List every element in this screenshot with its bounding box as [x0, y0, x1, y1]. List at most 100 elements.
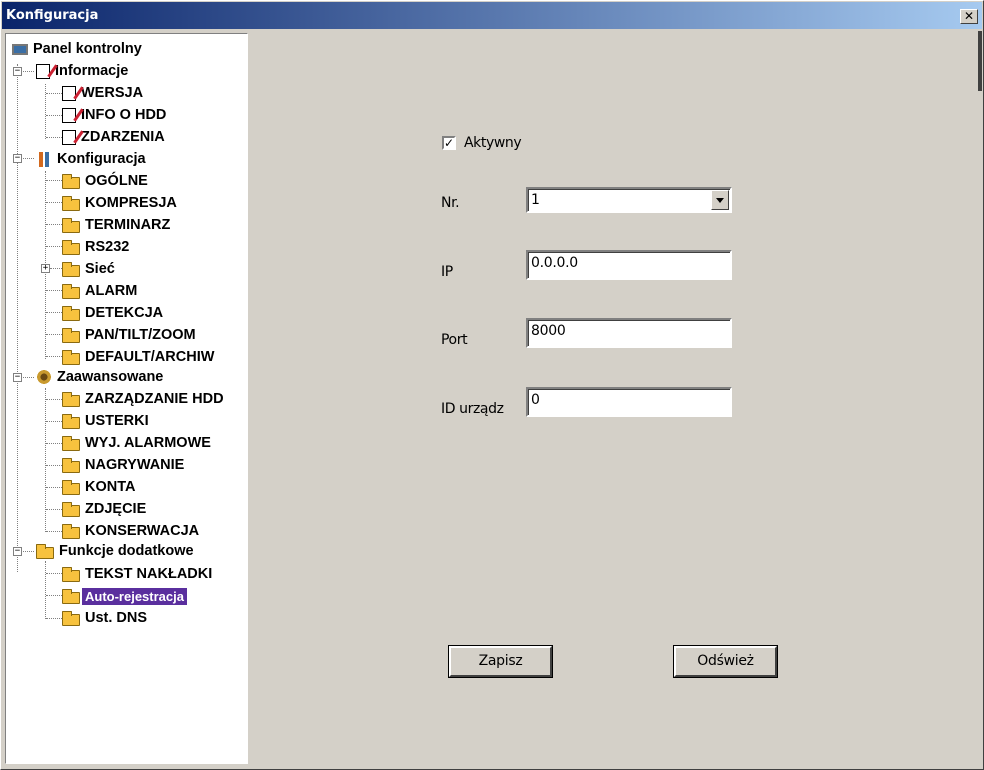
tree-label: Funkcje dodatkowe	[59, 543, 194, 559]
tree-item-usterki[interactable]: USTERKI	[62, 411, 152, 431]
nr-label: Nr.	[441, 195, 460, 211]
tree-label: ZARZĄDZANIE HDD	[85, 391, 224, 407]
tree-item-ptz[interactable]: PAN/TILT/ZOOM	[62, 325, 199, 345]
tree-item-default-archiw[interactable]: DEFAULT/ARCHIW	[62, 347, 217, 367]
tree-item-terminarz[interactable]: TERMINARZ	[62, 215, 173, 235]
tree-item-siec[interactable]: Sieć	[62, 259, 118, 279]
refresh-button[interactable]: Odśwież	[674, 646, 777, 677]
tree-label: Konfiguracja	[57, 151, 146, 167]
tree-label: TERMINARZ	[85, 217, 171, 233]
auto-register-form: ✓ Aktywny Nr. 1 IP 0.0.0.0 Port 8000 ID …	[249, 33, 979, 764]
tree-label: KONTA	[85, 479, 136, 495]
tree-connector	[46, 137, 62, 138]
folder-icon	[62, 610, 80, 626]
folder-icon	[62, 501, 80, 517]
tree-node-informacje[interactable]: Informacje	[36, 61, 131, 81]
tree-label: Ust. DNS	[85, 610, 148, 626]
tools-icon	[36, 151, 52, 167]
tree-label: TEKST NAKŁADKI	[85, 566, 213, 582]
tree-item-ogolne[interactable]: OGÓLNE	[62, 171, 151, 191]
tree-connector	[46, 509, 62, 510]
tree-label: Informacje	[55, 63, 129, 79]
folder-icon	[62, 305, 80, 321]
collapse-icon[interactable]: −	[13, 547, 22, 556]
active-label: Aktywny	[464, 135, 522, 151]
collapse-icon[interactable]: −	[13, 154, 22, 163]
document-icon	[62, 129, 76, 145]
collapse-icon[interactable]: −	[13, 67, 22, 76]
tree-item-rs232[interactable]: RS232	[62, 237, 132, 257]
port-input[interactable]: 8000	[526, 318, 732, 348]
document-icon	[62, 85, 76, 101]
tree-connector	[46, 290, 62, 291]
folder-icon	[62, 173, 80, 189]
tree-node-funkcje-dodatkowe[interactable]: Funkcje dodatkowe	[36, 541, 197, 561]
folder-icon	[62, 239, 80, 255]
tree-label: OGÓLNE	[85, 173, 148, 189]
device-id-input[interactable]: 0	[526, 387, 732, 417]
tree-label: ALARM	[85, 283, 138, 299]
tree-connector	[46, 356, 62, 357]
tree-item-zarzadzanie-hdd[interactable]: ZARZĄDZANIE HDD	[62, 389, 227, 409]
computer-icon	[12, 43, 28, 55]
tree-item-info-hdd[interactable]: INFO O HDD	[62, 105, 169, 125]
tree-item-nagrywanie[interactable]: NAGRYWANIE	[62, 455, 187, 475]
check-icon: ✓	[444, 136, 455, 150]
tree-item-wersja[interactable]: WERSJA	[62, 83, 146, 103]
tree-root[interactable]: Panel kontrolny	[12, 39, 145, 59]
tree-item-auto-rejestracja[interactable]: Auto-rejestracja	[62, 586, 187, 606]
document-icon	[62, 107, 76, 123]
tree-node-konfiguracja[interactable]: Konfiguracja	[36, 149, 149, 169]
close-icon: ✕	[963, 9, 975, 23]
folder-icon	[62, 566, 80, 582]
close-button[interactable]: ✕	[960, 9, 978, 24]
save-button[interactable]: Zapisz	[449, 646, 552, 677]
tree-item-zdjecie[interactable]: ZDJĘCIE	[62, 499, 149, 519]
chevron-down-icon[interactable]	[711, 190, 729, 210]
tree-label: KOMPRESJA	[85, 195, 177, 211]
tree-label: ZDARZENIA	[81, 129, 165, 145]
collapse-icon[interactable]: −	[13, 373, 22, 382]
tree-item-konserwacja[interactable]: KONSERWACJA	[62, 521, 202, 541]
tree-connector	[46, 487, 62, 488]
folder-icon	[62, 217, 80, 233]
tree-label: WERSJA	[81, 85, 144, 101]
folder-icon	[62, 327, 80, 343]
tree-label: Zaawansowane	[57, 369, 164, 385]
folder-icon	[62, 349, 80, 365]
folder-icon	[62, 435, 80, 451]
expand-icon[interactable]: +	[41, 264, 50, 273]
tree-item-detekcja[interactable]: DETEKCJA	[62, 303, 166, 323]
tree-label: DEFAULT/ARCHIW	[85, 349, 215, 365]
tree-connector	[46, 595, 62, 596]
tree-item-alarm[interactable]: ALARM	[62, 281, 140, 301]
tree-connector	[46, 224, 62, 225]
window-title: Konfiguracja	[6, 8, 99, 23]
tree-connector	[46, 573, 62, 574]
nr-select[interactable]: 1	[526, 187, 732, 213]
tree-connector	[17, 64, 18, 572]
tree-connector	[46, 618, 62, 619]
folder-icon	[62, 391, 80, 407]
tree-connector	[46, 443, 62, 444]
tree-label: ZDJĘCIE	[85, 501, 147, 517]
folder-icon	[62, 283, 80, 299]
tree-label: DETEKCJA	[85, 305, 164, 321]
tree-item-kompresja[interactable]: KOMPRESJA	[62, 193, 180, 213]
ip-value: 0.0.0.0	[531, 255, 578, 271]
tree-item-ust-dns[interactable]: Ust. DNS	[62, 608, 150, 628]
title-bar[interactable]: Konfiguracja ✕	[2, 2, 982, 29]
folder-icon	[62, 523, 80, 539]
ip-input[interactable]: 0.0.0.0	[526, 250, 732, 280]
tree-node-zaawansowane[interactable]: Zaawansowane	[36, 367, 166, 387]
tree-item-tekst-nakladki[interactable]: TEKST NAKŁADKI	[62, 564, 215, 584]
tree-item-konta[interactable]: KONTA	[62, 477, 138, 497]
tree-connector	[46, 312, 62, 313]
tree-connector	[45, 388, 46, 532]
tree-item-zdarzenia[interactable]: ZDARZENIA	[62, 127, 168, 147]
tree-item-wyj-alarmowe[interactable]: WYJ. ALARMOWE	[62, 433, 214, 453]
tree-label-selected: Auto-rejestracja	[82, 587, 187, 605]
active-checkbox[interactable]: ✓	[442, 136, 456, 150]
tree-connector	[45, 561, 46, 619]
tree-connector	[46, 246, 62, 247]
